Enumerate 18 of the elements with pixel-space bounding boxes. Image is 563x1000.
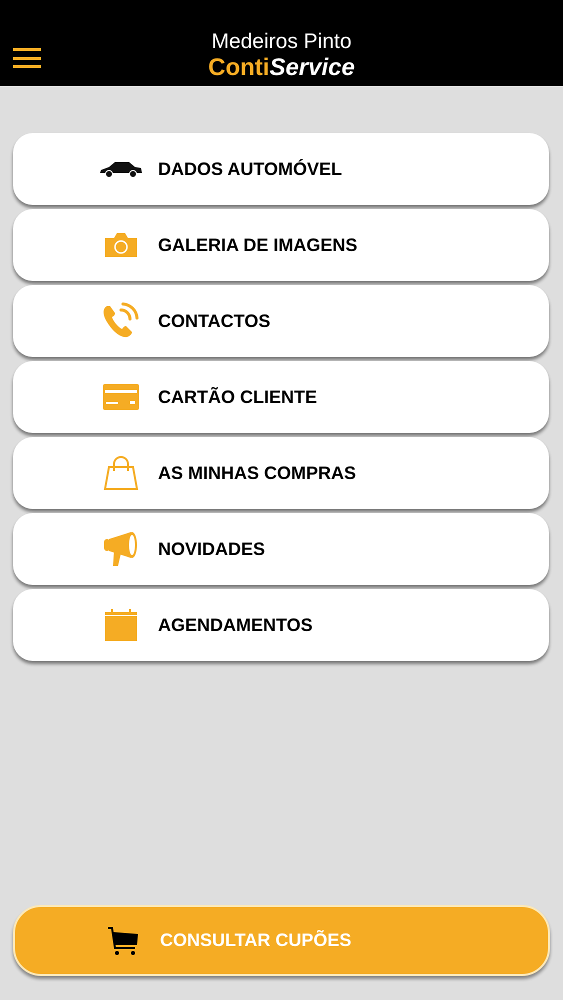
phone-icon xyxy=(100,302,140,340)
menu-item[interactable]: CONTACTOS xyxy=(13,285,549,357)
calendar-icon xyxy=(104,609,136,641)
menu-item[interactable]: GALERIA DE IMAGENS xyxy=(13,209,549,281)
menu-item[interactable]: CARTÃO CLIENTE xyxy=(13,361,549,433)
brand-logo: ContiService xyxy=(208,56,355,80)
card-icon xyxy=(102,384,138,410)
menu-item[interactable]: DADOS AUTOMÓVEL xyxy=(13,133,549,205)
camera-icon xyxy=(104,232,138,258)
car-icon xyxy=(98,160,142,178)
company-name: Medeiros Pinto xyxy=(211,31,352,52)
menu-icon[interactable] xyxy=(13,48,41,68)
menu-item[interactable]: AS MINHAS COMPRAS xyxy=(13,437,549,509)
menu-item[interactable]: NOVIDADES xyxy=(13,513,549,585)
shopping-bag-icon xyxy=(102,455,138,491)
shopping-cart-icon xyxy=(106,926,138,956)
megaphone-icon xyxy=(102,531,138,567)
menu-item[interactable]: AGENDAMENTOS xyxy=(13,589,549,661)
